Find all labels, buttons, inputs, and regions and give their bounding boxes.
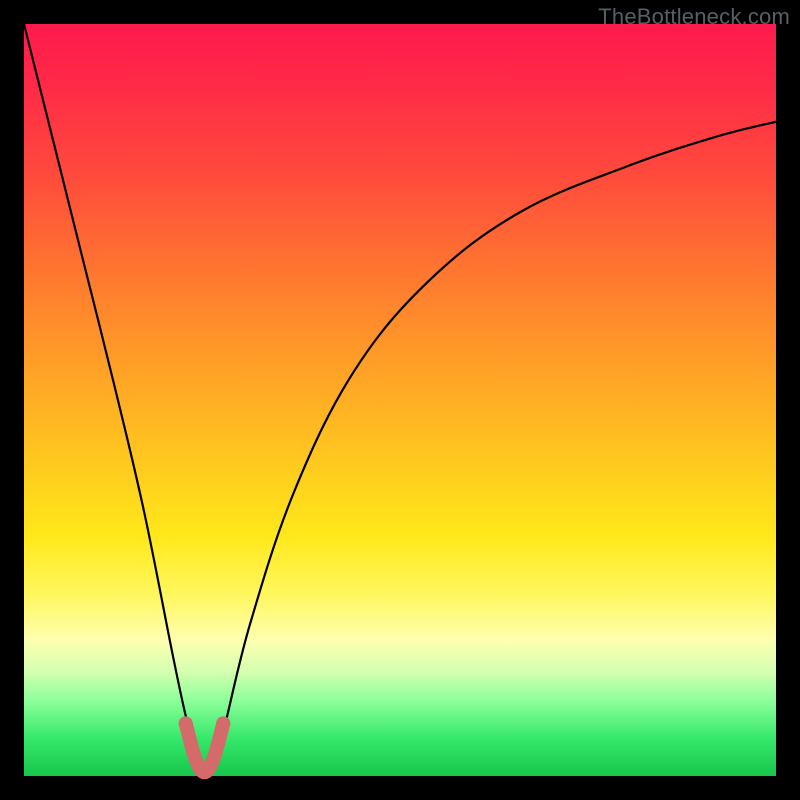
bottleneck-curve-path [24, 24, 776, 777]
bottleneck-curve [24, 24, 776, 777]
highlighted-minimum [179, 716, 231, 772]
highlight-start-dot [179, 716, 193, 730]
highlighted-minimum-path [186, 723, 224, 772]
curve-layer [24, 24, 776, 776]
watermark-text: TheBottleneck.com [598, 4, 790, 30]
highlight-end-dot [216, 716, 230, 730]
chart-frame [24, 24, 776, 776]
